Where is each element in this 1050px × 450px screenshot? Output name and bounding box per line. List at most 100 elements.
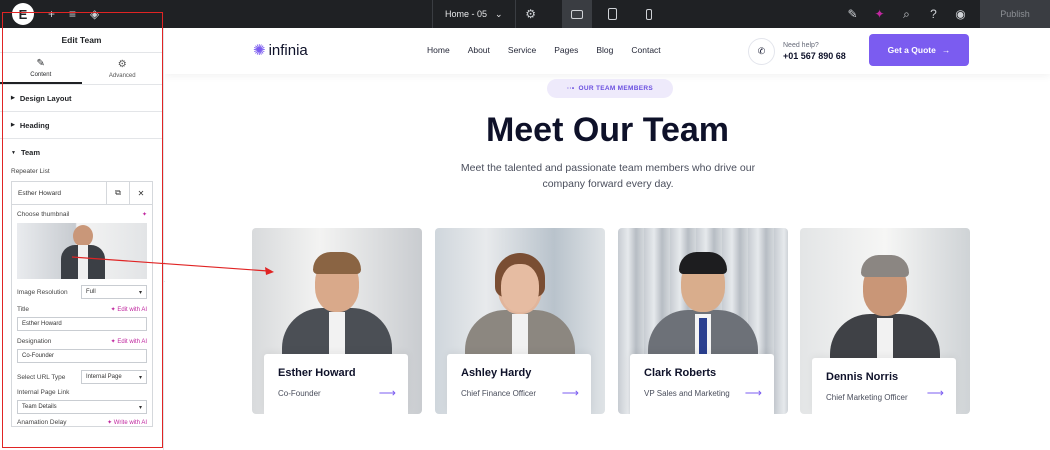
team-card[interactable]: Clark Roberts VP Sales and Marketing ⟶ (618, 228, 788, 414)
internal-page-value: Team Details (22, 404, 57, 410)
nav-service[interactable]: Service (508, 45, 536, 55)
site-preview: ✺ infinia Home About Service Pages Blog … (165, 28, 1050, 450)
write-with-ai-link[interactable]: ✦ Write with AI (107, 419, 147, 426)
section-label: Heading (19, 120, 50, 130)
publish-button[interactable]: Publish (980, 0, 1050, 28)
nav-blog[interactable]: Blog (596, 45, 613, 55)
choose-thumbnail-label: Choose thumbnail (17, 211, 70, 218)
team-card-info: Clark Roberts VP Sales and Marketing ⟶ (630, 354, 774, 414)
tab-advanced[interactable]: ⚙ Advanced (82, 53, 164, 84)
panel-title: Edit Team (0, 28, 163, 53)
section-design-layout[interactable]: ▶ Design Layout (0, 85, 163, 112)
repeater-item-title: Esther Howard (18, 189, 61, 197)
designation-input[interactable]: Co-Founder (17, 349, 147, 363)
site-settings-icon[interactable]: ≡ (69, 8, 76, 20)
arrow-right-icon[interactable]: ⟶ (927, 386, 944, 400)
url-type-select[interactable]: Internal Page ▾ (81, 370, 147, 384)
topbar-left-tools: E + ≡ ◈ (0, 0, 432, 28)
duplicate-icon[interactable]: ⧉ (106, 181, 129, 205)
title-label: Title (17, 306, 30, 313)
person-hair (313, 252, 361, 274)
help-label: Need help? (783, 42, 819, 49)
thumbnail-preview[interactable] (17, 223, 147, 279)
member-name: Dennis Norris (826, 371, 899, 383)
help-phone[interactable]: +01 567 890 68 (783, 51, 846, 61)
phone-icon[interactable]: ✆ (748, 38, 775, 65)
section-label: Design Layout (19, 93, 72, 103)
help-contact: ✆ Need help? +01 567 890 68 (748, 38, 846, 65)
designation-row: Designation ✦ Edit with AI (17, 338, 147, 345)
caret-down-icon: ▾ (138, 374, 142, 381)
topbar-right-tools: ✎ ✦ ⌕ ? ◉ Publish (839, 0, 1050, 28)
edit-with-ai-label: Edit with AI (117, 307, 147, 313)
section-heading[interactable]: ▶ Heading (0, 112, 163, 139)
site-logo[interactable]: ✺ infinia (253, 41, 308, 60)
repeater-item-header[interactable]: Esther Howard ⧉ ✕ (12, 181, 152, 205)
tab-content[interactable]: ✎ Content (0, 53, 82, 84)
page-settings-gear-icon[interactable]: ⚙ (516, 7, 546, 21)
thumbnail-row: Choose thumbnail ✦ (17, 211, 147, 218)
arrow-right-icon[interactable]: ⟶ (562, 386, 579, 400)
structure-icon[interactable]: ◈ (90, 8, 99, 20)
desktop-view-button[interactable] (561, 0, 592, 28)
nav-pages[interactable]: Pages (554, 45, 578, 55)
person-hair (679, 252, 727, 274)
caret-down-icon: ▾ (138, 289, 142, 296)
internal-page-select[interactable]: Team Details ▾ (17, 400, 147, 414)
add-element-icon[interactable]: + (48, 8, 55, 20)
url-type-label: Select URL Type (17, 373, 66, 381)
search-icon[interactable]: ⌕ (893, 8, 920, 20)
close-icon[interactable]: ✕ (129, 181, 152, 205)
edit-with-ai-label: Edit with AI (117, 339, 147, 345)
designation-label: Designation (17, 338, 52, 345)
nav-contact[interactable]: Contact (631, 45, 660, 55)
notes-icon[interactable]: ✎ (839, 8, 866, 20)
editor-panel: Edit Team ✎ Content ⚙ Advanced ▶ Design … (0, 28, 164, 450)
repeater-item-body: Choose thumbnail ✦ Image Resolution Full… (12, 205, 152, 426)
image-resolution-select[interactable]: Full ▾ (81, 285, 147, 299)
team-card[interactable]: Esther Howard Co-Founder ⟶ (252, 228, 422, 414)
tablet-view-button[interactable] (598, 0, 628, 28)
arrow-right-icon[interactable]: ⟶ (379, 386, 396, 400)
url-type-row: Select URL Type Internal Page ▾ (17, 370, 147, 384)
mobile-view-button[interactable] (634, 0, 664, 28)
whats-new-icon[interactable]: ✦ (866, 8, 893, 20)
write-with-ai-label: Write with AI (113, 420, 147, 426)
topbar-center: Home - 05 ⌄ ⚙ (432, 0, 664, 28)
section-subtitle: Meet the talented and passionate team me… (460, 162, 756, 190)
arrow-right-icon[interactable]: ⟶ (745, 386, 762, 400)
title-value: Esther Howard (22, 321, 62, 327)
site-header: ✺ infinia Home About Service Pages Blog … (165, 28, 1050, 74)
member-name: Ashley Hardy (461, 367, 532, 379)
page-selector[interactable]: Home - 05 ⌄ (432, 0, 516, 28)
panel-tabs: ✎ Content ⚙ Advanced (0, 53, 163, 85)
section-team[interactable]: ▼ Team (0, 139, 163, 166)
nav-about[interactable]: About (468, 45, 490, 55)
preview-eye-icon[interactable]: ◉ (947, 8, 974, 20)
tab-advanced-label: Advanced (108, 72, 136, 79)
quote-label: Get a Quote (887, 45, 936, 55)
gear-icon: ⚙ (117, 58, 127, 70)
designation-value: Co-Founder (22, 353, 55, 359)
team-card[interactable]: Dennis Norris Chief Marketing Officer ⟶ (800, 228, 970, 414)
main-nav: Home About Service Pages Blog Contact (427, 45, 661, 55)
team-card[interactable]: Ashley Hardy Chief Finance Officer ⟶ (435, 228, 605, 414)
caret-right-icon: ▶ (11, 122, 15, 128)
person-face (501, 264, 539, 312)
url-type-value: Internal Page (86, 374, 122, 380)
caret-down-icon: ▼ (11, 149, 16, 156)
edit-with-ai-link[interactable]: ✦ Edit with AI (111, 306, 147, 313)
get-a-quote-button[interactable]: Get a Quote → (869, 34, 969, 66)
elementor-logo-icon[interactable]: E (12, 3, 34, 25)
repeater-item: Esther Howard ⧉ ✕ Choose thumbnail ✦ Ima… (11, 181, 153, 427)
mobile-icon (645, 8, 652, 20)
help-icon[interactable]: ? (920, 8, 947, 20)
ai-sparkle-icon[interactable]: ✦ (142, 211, 147, 218)
title-input[interactable]: Esther Howard (17, 317, 147, 331)
person-hair (861, 255, 909, 277)
nav-home[interactable]: Home (427, 45, 450, 55)
repeater-list-label: Repeater List (11, 168, 50, 175)
pencil-icon: ✎ (36, 57, 45, 69)
member-name: Esther Howard (278, 367, 356, 379)
edit-with-ai-link[interactable]: ✦ Edit with AI (111, 338, 147, 345)
